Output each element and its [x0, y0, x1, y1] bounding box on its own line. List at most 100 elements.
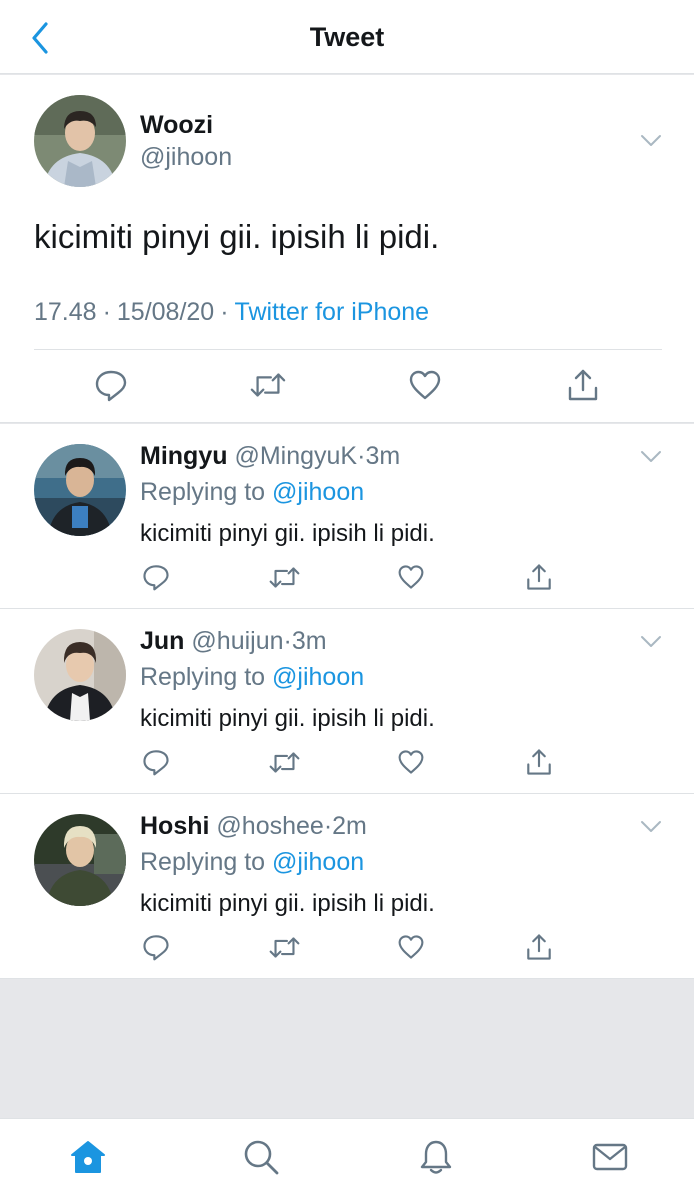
tab-bar [0, 1118, 694, 1200]
share-icon [527, 564, 551, 590]
replying-to: Replying to @jihoon [140, 478, 364, 507]
reply-header: Mingyu @MingyuK·3m [140, 442, 400, 471]
author-handle[interactable]: @huijun [191, 627, 283, 655]
replying-label: Replying to [140, 848, 266, 876]
reply-tweet[interactable]: Jun @huijun·3m Replying to @jihoon kicim… [0, 609, 694, 794]
meta-separator: · [283, 627, 292, 655]
reply-actions [0, 931, 694, 963]
search-icon [244, 1140, 279, 1175]
avatar[interactable] [34, 629, 126, 721]
reply-icon [95, 370, 127, 402]
share-icon [527, 934, 551, 960]
reply-tweet[interactable]: Hoshi @hoshee·2m Replying to @jihoon kic… [0, 794, 694, 979]
reply-tweet[interactable]: Mingyu @MingyuK·3m Replying to @jihoon k… [0, 424, 694, 609]
retweet-icon [269, 751, 299, 773]
mention-link[interactable]: @jihoon [272, 478, 364, 506]
tweet-text: kicimiti pinyi gii. ipisih li pidi. [34, 218, 440, 255]
share-icon [527, 749, 551, 775]
like-icon [398, 750, 424, 774]
main-tweet: Woozi @jihoon kicimiti pinyi gii. ipisih… [0, 75, 694, 423]
avatar[interactable] [34, 95, 126, 187]
share-button[interactable] [565, 367, 601, 403]
like-icon [398, 935, 424, 959]
like-button[interactable] [407, 367, 443, 403]
more-options-button[interactable] [638, 818, 664, 836]
avatar[interactable] [34, 444, 126, 536]
retweet-button[interactable] [266, 744, 302, 780]
replying-to: Replying to @jihoon [140, 663, 364, 692]
divider [34, 349, 662, 350]
reply-button[interactable] [138, 929, 174, 965]
avatar[interactable] [34, 814, 126, 906]
meta-separator: · [323, 812, 333, 840]
retweet-button[interactable] [266, 559, 302, 595]
retweet-button[interactable] [250, 367, 286, 403]
author-name[interactable]: Hoshi [140, 812, 209, 840]
more-options-button[interactable] [638, 448, 664, 466]
like-icon [398, 565, 424, 589]
share-button[interactable] [521, 559, 557, 595]
mention-link[interactable]: @jihoon [272, 848, 364, 876]
reply-time: 3m [365, 442, 401, 470]
tweet-actions [0, 367, 694, 403]
share-icon [568, 369, 598, 401]
meta-separator: · [102, 298, 111, 326]
chevron-down-icon [641, 135, 661, 146]
tab-messages[interactable] [590, 1137, 630, 1177]
reply-header: Jun @huijun·3m [140, 627, 327, 656]
tab-home[interactable] [68, 1137, 108, 1177]
mention-link[interactable]: @jihoon [272, 663, 364, 691]
author-handle[interactable]: @MingyuK [234, 442, 357, 470]
reply-header: Hoshi @hoshee·2m [140, 812, 367, 841]
reply-text: kicimiti pinyi gii. ipisih li pidi. [140, 705, 435, 732]
chevron-down-icon [641, 636, 661, 647]
share-button[interactable] [521, 744, 557, 780]
reply-icon [143, 935, 169, 961]
more-options-button[interactable] [638, 633, 664, 651]
tab-search[interactable] [241, 1137, 281, 1177]
more-options-button[interactable] [638, 132, 664, 150]
reply-icon [143, 750, 169, 776]
reply-time: 3m [291, 627, 327, 655]
retweet-icon [250, 373, 286, 397]
tweet-time: 17.48 [34, 298, 97, 326]
reply-actions [0, 746, 694, 778]
tab-notifications[interactable] [416, 1137, 456, 1177]
reply-text: kicimiti pinyi gii. ipisih li pidi. [140, 520, 435, 547]
replying-label: Replying to [140, 478, 266, 506]
page-title: Tweet [309, 22, 385, 52]
tweet-detail-screen: Tweet Woozi @jihoon kicimiti pinyi gii. … [0, 0, 694, 1200]
like-button[interactable] [393, 559, 429, 595]
like-button[interactable] [393, 929, 429, 965]
share-button[interactable] [521, 929, 557, 965]
replying-to: Replying to @jihoon [140, 848, 364, 877]
author-handle[interactable]: @hoshee [216, 812, 323, 840]
notifications-icon [420, 1140, 452, 1174]
retweet-icon [269, 566, 299, 588]
like-button[interactable] [393, 744, 429, 780]
reply-icon [143, 565, 169, 591]
reply-time: 2m [332, 812, 367, 840]
author-name[interactable]: Jun [140, 627, 184, 655]
author-handle[interactable]: @jihoon [140, 143, 232, 172]
author-name[interactable]: Woozi [140, 111, 213, 140]
like-icon [409, 370, 441, 400]
chevron-down-icon [641, 451, 661, 462]
meta-separator: · [220, 298, 229, 326]
replying-label: Replying to [140, 663, 266, 691]
home-icon [71, 1141, 105, 1173]
reply-actions [0, 561, 694, 593]
reply-button[interactable] [138, 559, 174, 595]
tweet-date: 15/08/20 [116, 298, 215, 326]
nav-header: Tweet [0, 0, 694, 74]
retweet-icon [269, 936, 299, 958]
tweet-meta: 17.48 · 15/08/20 · Twitter for iPhone [34, 298, 429, 327]
author-name[interactable]: Mingyu [140, 442, 228, 470]
messages-icon [592, 1143, 628, 1171]
reply-text: kicimiti pinyi gii. ipisih li pidi. [140, 890, 435, 917]
chevron-down-icon [641, 821, 661, 832]
retweet-button[interactable] [266, 929, 302, 965]
tweet-source-link[interactable]: Twitter for iPhone [235, 298, 430, 326]
reply-button[interactable] [138, 744, 174, 780]
reply-button[interactable] [93, 367, 129, 403]
